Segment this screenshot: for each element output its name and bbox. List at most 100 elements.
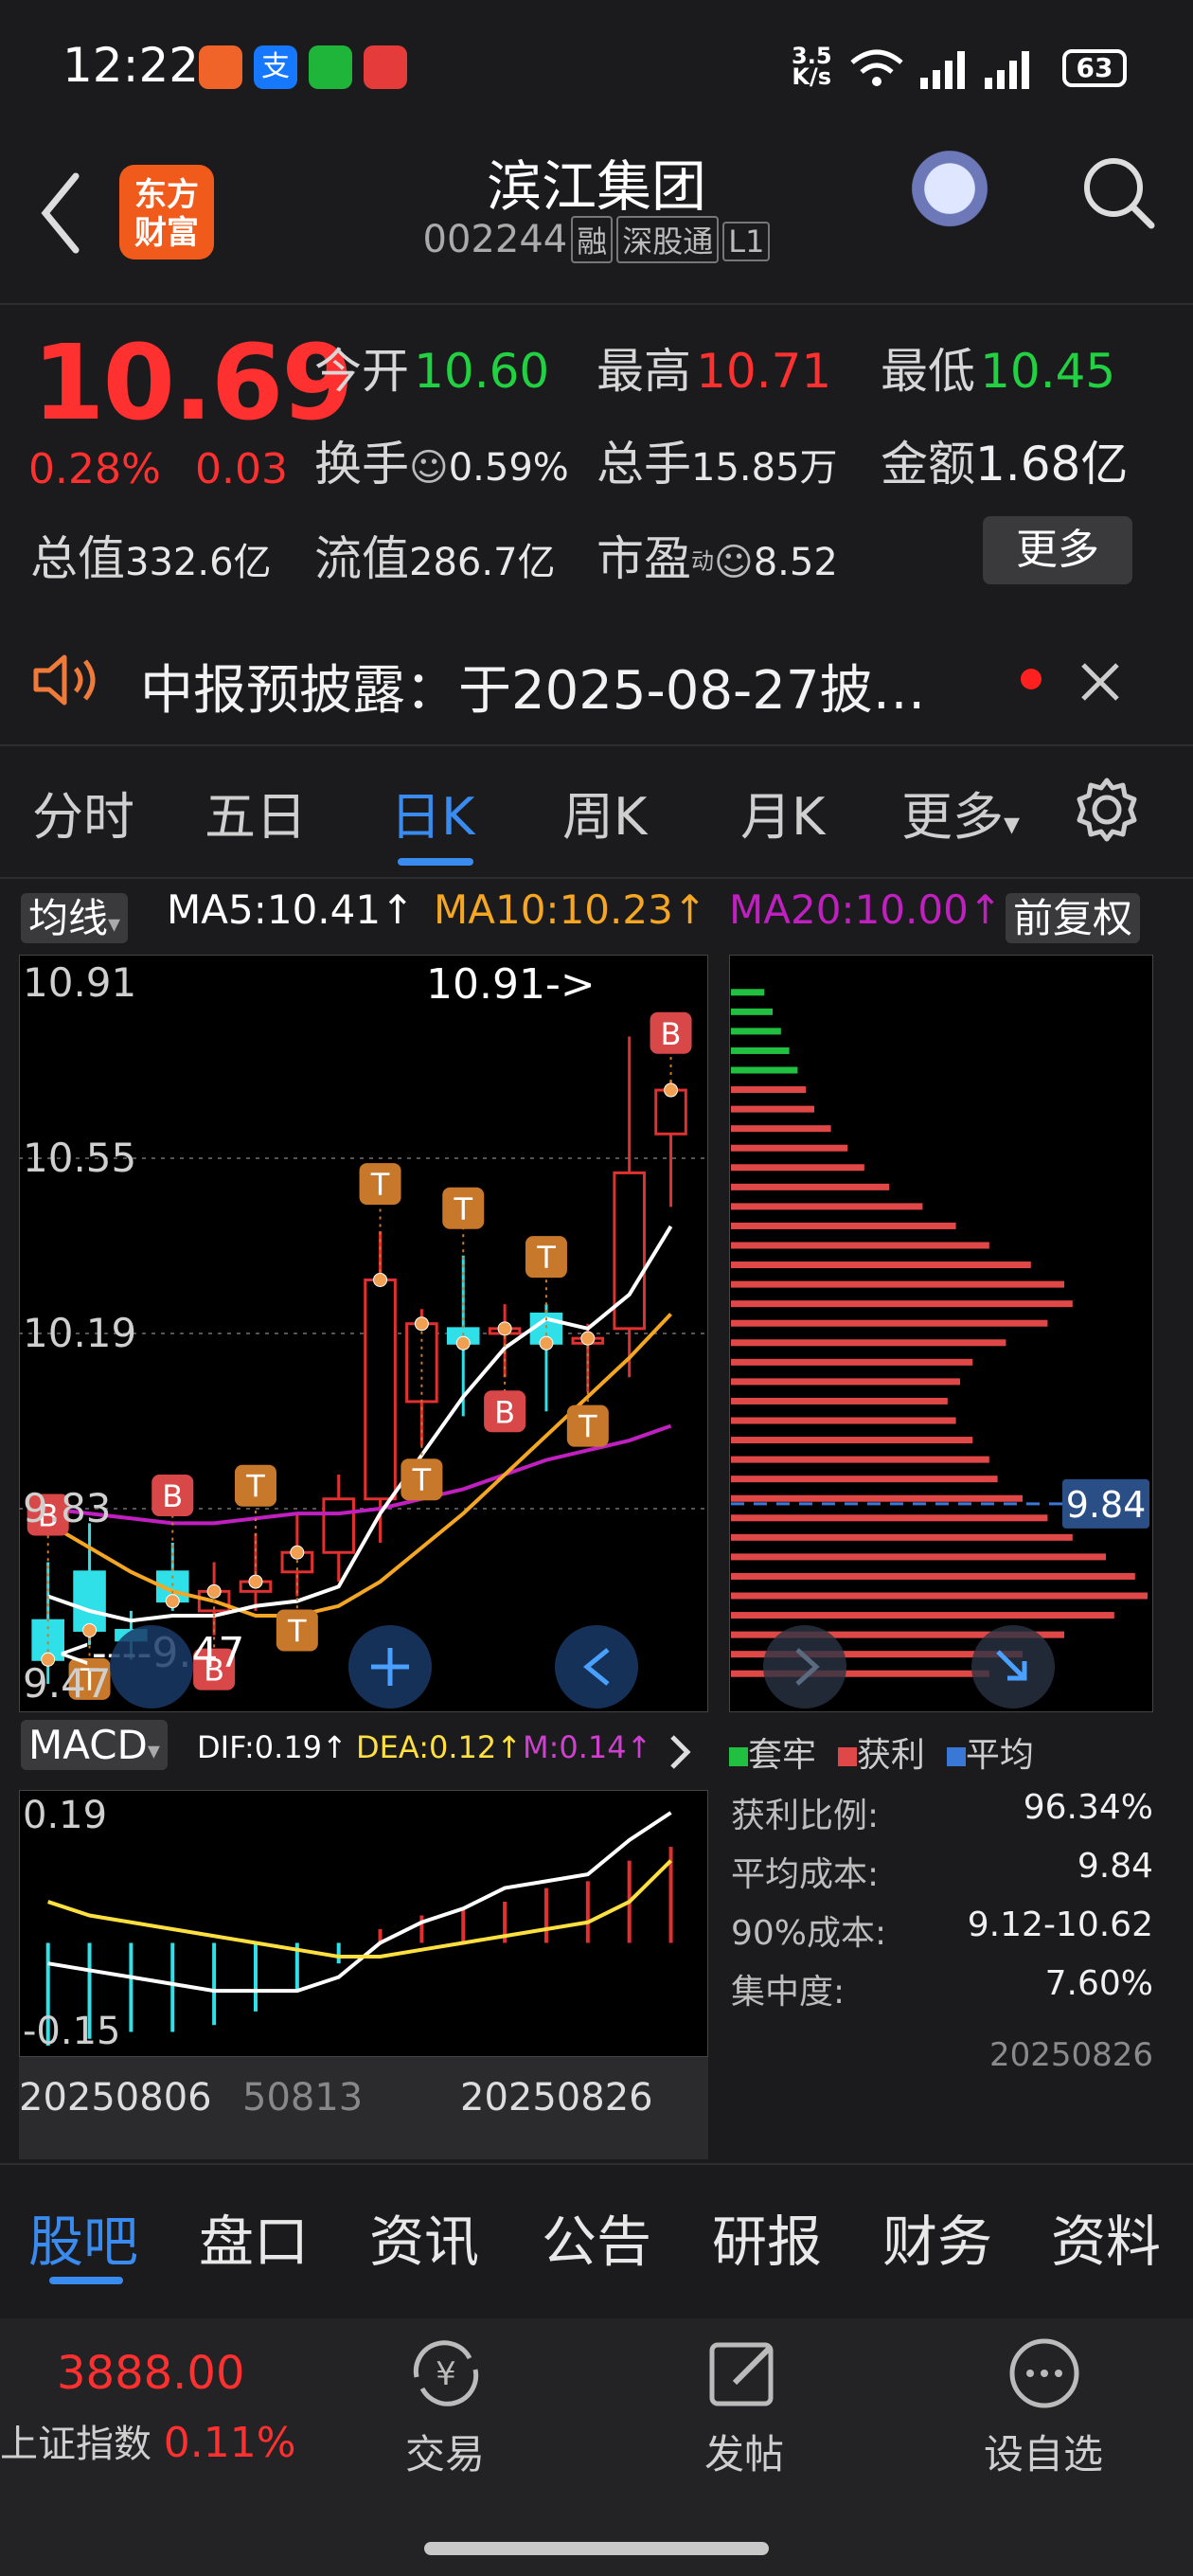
add-watchlist-icon[interactable] (1002, 2335, 1087, 2411)
tab-daily-k[interactable]: 日K (390, 775, 474, 850)
stock-name: 滨江集团 (486, 154, 706, 219)
chip-bar (731, 1417, 956, 1424)
date-label: 20250806 (19, 2076, 212, 2120)
tag-level: L1 (722, 222, 771, 261)
chip-bar (731, 1261, 1031, 1269)
status-bar: 12:22 支 3.5 K/s 63 (0, 0, 1193, 133)
chip-bar (731, 1319, 1048, 1327)
trade-icon[interactable]: ¥ (403, 2335, 489, 2411)
more-button[interactable]: 更多 (983, 516, 1132, 584)
y-axis-label: 10.55 (23, 1135, 136, 1181)
y-axis-label: 10.91 (23, 959, 136, 1006)
y-axis-label: 9.83 (23, 1485, 112, 1531)
ma5-label: MA5:10.41↑ (167, 886, 415, 933)
stat-value: 96.34% (1023, 1788, 1153, 1827)
robot-assistant-icon[interactable] (894, 138, 1006, 250)
y-axis-label: 0.19 (23, 1794, 107, 1837)
index-line[interactable]: 上证指数 0.11% (0, 2413, 296, 2468)
search-icon[interactable] (1079, 153, 1159, 233)
total-value-stat: 总值332.6亿 (30, 531, 272, 586)
pe-stat: 市盈动☺8.52 (596, 531, 838, 586)
tab-five-day[interactable]: 五日 (205, 775, 307, 850)
macd-dif-label: DIF:0.19↑ (197, 1729, 347, 1765)
stock-code-line: 002244 融深股通 L1 (0, 216, 1193, 263)
tab-finance[interactable]: 财务 (882, 2197, 992, 2277)
info-icon: ☺ (409, 446, 449, 490)
tab-orderbook[interactable]: 盘口 (199, 2197, 309, 2277)
chip-bar (731, 989, 765, 996)
alipay-icon: 支 (254, 45, 297, 89)
chip-bar (731, 1066, 798, 1074)
legend-trapped: 套牢 (748, 1736, 817, 1775)
divider (0, 744, 1193, 746)
chip-bar (731, 1612, 1114, 1619)
change-percent: 0.28% (28, 445, 161, 493)
macd-m-label: M:0.14↑ (523, 1729, 652, 1765)
tab-intraday[interactable]: 分时 (32, 775, 134, 850)
chip-bar (731, 1028, 781, 1035)
tab-profile[interactable]: 资料 (1051, 2197, 1161, 2277)
info-icon: ☺ (714, 541, 754, 584)
high-price-marker: 10.91-> (426, 960, 596, 1009)
chip-bar (731, 1339, 1006, 1347)
tab-announcement[interactable]: 公告 (542, 2197, 651, 2277)
legend-swatch (729, 1747, 748, 1766)
marker-label: T (536, 1240, 556, 1276)
turnover-stat: 换手☺0.59% (314, 437, 569, 492)
volume-stat: 总手15.85万 (596, 437, 838, 492)
stat-value: 9.12-10.62 (967, 1905, 1153, 1944)
marker-label: B (494, 1394, 515, 1430)
chip-bar (731, 1300, 1073, 1308)
macd-chart[interactable]: 0.19 -0.15 (19, 1790, 708, 2057)
unread-dot (1021, 669, 1042, 689)
tab-monthly-k[interactable]: 月K (740, 775, 825, 850)
divider (0, 303, 1193, 305)
signal-icon (920, 51, 965, 89)
legend-swatch (837, 1747, 857, 1766)
chip-distribution-chart[interactable]: 9.84 (729, 955, 1153, 1712)
ma-selector[interactable]: 均线▾ (21, 886, 129, 944)
trade-point (580, 1331, 596, 1346)
post-label[interactable]: 发帖 (659, 2423, 829, 2480)
tab-forum[interactable]: 股吧 (28, 2197, 138, 2277)
scroll-left-button[interactable] (555, 1625, 638, 1708)
active-bottom-tab-indicator (49, 2277, 123, 2284)
compose-icon[interactable] (703, 2335, 788, 2411)
marker-label: B (162, 1478, 183, 1514)
watchlist-label[interactable]: 设自选 (958, 2423, 1129, 2480)
macd-dea-label: DEA:0.12↑ (356, 1729, 523, 1765)
scroll-right-button[interactable] (763, 1625, 846, 1708)
change-amount: 0.03 (195, 445, 288, 493)
trade-point (497, 1321, 512, 1336)
tab-research[interactable]: 研报 (712, 2197, 822, 2277)
index-value[interactable]: 3888.00 (57, 2347, 245, 2400)
trade-point (455, 1335, 471, 1351)
chip-bar (731, 1437, 973, 1444)
home-indicator[interactable] (424, 2542, 769, 2555)
battery-indicator: 63 (1062, 49, 1127, 87)
zoom-out-button[interactable] (110, 1625, 193, 1708)
tab-news[interactable]: 资讯 (369, 2197, 479, 2277)
chip-bar (731, 1086, 807, 1094)
adjust-selector[interactable]: 前复权 (1006, 886, 1141, 944)
settings-gear-icon[interactable] (1074, 777, 1140, 843)
marker-label: T (453, 1191, 472, 1227)
net-speed: 3.5 K/s (792, 43, 832, 90)
tab-more[interactable]: 更多▾ (901, 775, 1020, 850)
chip-bar (731, 1553, 1106, 1561)
kline-chart[interactable]: BTBBTTTTTBTTB 10.9110.5510.199.839.4710.… (19, 955, 708, 1712)
stock-code: 002244 (422, 218, 568, 261)
chip-date: 20250826 (988, 2036, 1153, 2074)
tab-weekly-k[interactable]: 周K (562, 775, 647, 850)
notice-banner[interactable]: 中报预披露：于2025-08-27披… (0, 614, 1193, 744)
macd-selector[interactable]: MACD▾ (21, 1720, 168, 1770)
trade-label[interactable]: 交易 (360, 2423, 530, 2480)
y-axis-label: -0.15 (23, 2010, 121, 2053)
close-icon[interactable] (1079, 661, 1121, 703)
stock-header: 东方 财富 滨江集团 002244 融深股通 L1 (0, 133, 1193, 303)
chevron-right-icon[interactable] (667, 1733, 695, 1771)
stat-value: 9.84 (1077, 1847, 1153, 1886)
stat-label: 获利比例: (731, 1797, 880, 1835)
divider (0, 2163, 1193, 2165)
date-axis: 20250806 50813 20250826 (19, 2057, 708, 2159)
